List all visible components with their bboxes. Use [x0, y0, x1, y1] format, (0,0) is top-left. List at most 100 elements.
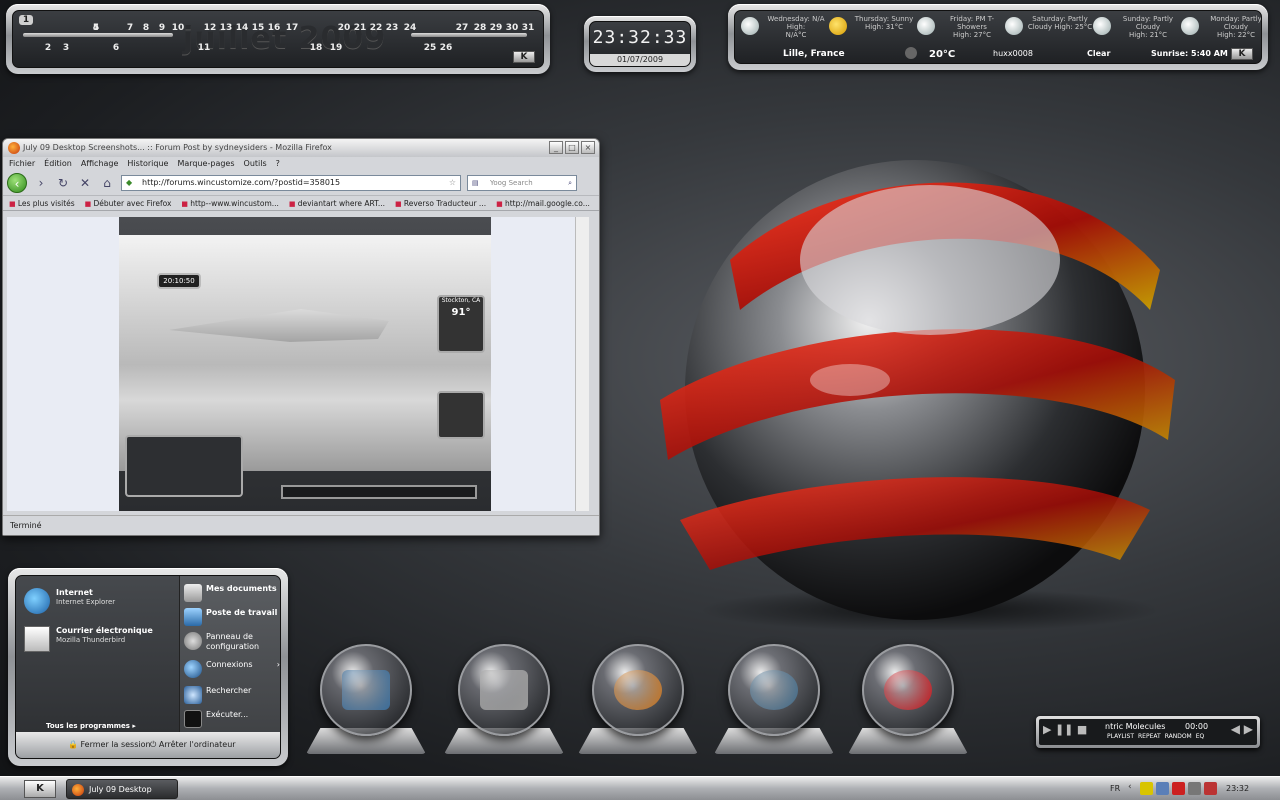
- calendar-day[interactable]: 13: [219, 23, 233, 33]
- play-icon[interactable]: ▶: [1043, 723, 1051, 736]
- weather-panel: Wednesday: N/A High: N/A°C Thursday: Sunny…: [734, 10, 1262, 64]
- menu-item-1[interactable]: Édition: [44, 157, 72, 171]
- close-button[interactable]: ×: [581, 141, 595, 154]
- search-engine-icon[interactable]: ▤: [472, 176, 479, 190]
- start-item-my-documents[interactable]: Mes documents: [184, 584, 277, 604]
- reload-icon[interactable]: ↻: [55, 176, 71, 190]
- calendar-day[interactable]: 15: [251, 23, 265, 33]
- back-button[interactable]: ‹: [7, 173, 27, 193]
- menu-item-6[interactable]: ?: [276, 157, 280, 171]
- menu-item-4[interactable]: Marque-pages: [177, 157, 234, 171]
- partly-cloudy-icon: [741, 17, 759, 35]
- calendar-day[interactable]: 3: [59, 43, 73, 53]
- start-item-email[interactable]: Courrier électronique Mozilla Thunderbir…: [24, 626, 153, 652]
- bookmark-item[interactable]: Les plus visités: [9, 196, 75, 210]
- bookmark-star-icon[interactable]: ☆: [449, 176, 456, 190]
- calendar-day[interactable]: 27: [455, 23, 469, 33]
- calendar-day[interactable]: 6: [109, 43, 123, 53]
- dock-orb-desktop[interactable]: [306, 640, 426, 760]
- stop-icon[interactable]: ■: [1077, 723, 1087, 736]
- network-icon[interactable]: [1140, 782, 1153, 795]
- maximize-button[interactable]: □: [565, 141, 579, 154]
- firefox-titlebar[interactable]: July 09 Desktop Screenshots... :: Forum …: [3, 139, 599, 157]
- taskbar-item-firefox[interactable]: July 09 Desktop Scre...: [66, 779, 178, 799]
- language-indicator[interactable]: FR: [1110, 784, 1120, 793]
- search-input[interactable]: ▤ Yoog Search ⌕: [467, 175, 577, 191]
- calendar-panel: juillet 2009 1 2 3 4 5 6 7 8 9 10 11 12 13 14 15 16 17 18…: [12, 10, 544, 68]
- player-control-repeat[interactable]: REPEAT: [1138, 733, 1161, 740]
- calendar-day[interactable]: 8: [139, 23, 153, 33]
- dock-orb-internet[interactable]: [714, 640, 834, 760]
- start-item-run[interactable]: Exécuter...: [184, 710, 248, 730]
- home-icon[interactable]: ⌂: [99, 176, 115, 190]
- calendar-day[interactable]: 29: [489, 23, 503, 33]
- calendar-day[interactable]: 30: [505, 23, 519, 33]
- calendar-day[interactable]: 10: [171, 23, 185, 33]
- bookmark-item[interactable]: http://mail.google.co...: [496, 196, 590, 210]
- dock-orb-documents[interactable]: [444, 640, 564, 760]
- calendar-day[interactable]: 1: [19, 15, 33, 25]
- vertical-scrollbar[interactable]: [575, 217, 589, 511]
- calendar-day[interactable]: 16: [267, 23, 281, 33]
- update-icon[interactable]: [1204, 782, 1217, 795]
- start-item-control-panel[interactable]: Panneau de configuration: [184, 632, 274, 652]
- logoff-button[interactable]: 🔒 Fermer la session: [68, 740, 151, 749]
- previous-icon[interactable]: ◀: [1231, 722, 1240, 736]
- calendar-day[interactable]: 26: [439, 43, 453, 53]
- player-control-playlist[interactable]: PLAYLIST: [1107, 733, 1134, 740]
- calendar-day[interactable]: 20: [337, 23, 351, 33]
- menu-item-3[interactable]: Historique: [127, 157, 168, 171]
- calendar-day[interactable]: 9: [155, 23, 169, 33]
- forecast-day: Monday: Partly Cloudy High: 22°C: [1181, 15, 1261, 39]
- start-button[interactable]: K: [24, 780, 56, 798]
- forecast-day: Saturday: Partly Cloudy High: 25°C: [1005, 15, 1093, 35]
- calendar-day[interactable]: 31: [521, 23, 535, 33]
- start-item-connections[interactable]: Connexions ›: [184, 660, 280, 680]
- bookmark-item[interactable]: deviantart where ART...: [289, 196, 385, 210]
- calendar-day[interactable]: 25: [423, 43, 437, 53]
- next-icon[interactable]: ▶: [1244, 722, 1253, 736]
- calendar-day[interactable]: 23: [385, 23, 399, 33]
- player-control-random[interactable]: RANDOM: [1165, 733, 1192, 740]
- volume-icon[interactable]: [1188, 782, 1201, 795]
- bookmark-item[interactable]: Reverso Traducteur ...: [395, 196, 486, 210]
- calendar-day[interactable]: 28: [473, 23, 487, 33]
- calendar-day[interactable]: 5: [89, 23, 103, 33]
- menu-item-2[interactable]: Affichage: [81, 157, 119, 171]
- bookmark-item[interactable]: Débuter avec Firefox: [85, 196, 172, 210]
- weather-menu-button[interactable]: K: [1231, 48, 1253, 60]
- antivirus-icon[interactable]: [1172, 782, 1185, 795]
- start-item-internet[interactable]: Internet Internet Explorer: [24, 588, 115, 614]
- dock-orb-media[interactable]: [848, 640, 968, 760]
- calendar-day[interactable]: 17: [285, 23, 299, 33]
- menu-item-0[interactable]: Fichier: [9, 157, 35, 171]
- calendar-day[interactable]: 7: [123, 23, 137, 33]
- all-programs-button[interactable]: Tous les programmes ▸: [46, 722, 136, 730]
- forward-button[interactable]: ›: [33, 176, 49, 190]
- dock-orb-mail[interactable]: [578, 640, 698, 760]
- url-field[interactable]: ◆ http://forums.wincustomize.com/?postid…: [121, 175, 461, 191]
- calendar-day[interactable]: 24: [403, 23, 417, 33]
- search-icon[interactable]: ⌕: [568, 176, 572, 190]
- menu-item-5[interactable]: Outils: [244, 157, 267, 171]
- calendar-day[interactable]: 22: [369, 23, 383, 33]
- calendar-day[interactable]: 18: [309, 43, 323, 53]
- calendar-day[interactable]: 21: [353, 23, 367, 33]
- app-tray-icon[interactable]: [1156, 782, 1169, 795]
- calendar-day[interactable]: 19: [329, 43, 343, 53]
- start-item-search[interactable]: Rechercher: [184, 686, 251, 706]
- pause-icon[interactable]: ❚❚: [1055, 723, 1073, 736]
- calendar-day[interactable]: 11: [197, 43, 211, 53]
- calendar-day[interactable]: 2: [41, 43, 55, 53]
- stop-icon[interactable]: ✕: [77, 176, 93, 190]
- start-item-my-computer[interactable]: Poste de travail: [184, 608, 277, 628]
- bookmark-item[interactable]: http--www.wincustom...: [181, 196, 279, 210]
- minimize-button[interactable]: _: [549, 141, 563, 154]
- player-control-eq[interactable]: EQ: [1196, 733, 1205, 740]
- calendar-day[interactable]: 14: [235, 23, 249, 33]
- screenshot-preview[interactable]: 20:10:50 Stockton, CA 91°: [119, 217, 491, 511]
- calendar-day[interactable]: 12: [203, 23, 217, 33]
- calendar-menu-button[interactable]: K: [513, 51, 535, 63]
- weather-sunrise: Sunrise: 5:40 AM: [1151, 49, 1228, 58]
- shutdown-button[interactable]: ⏻ Arrêter l'ordinateur: [150, 740, 236, 750]
